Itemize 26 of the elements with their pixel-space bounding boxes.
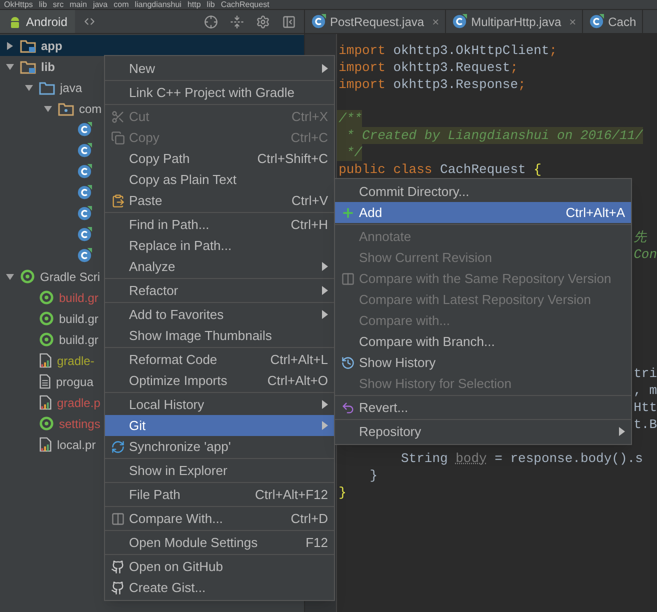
code-line: String body = response.body().s [400, 450, 643, 467]
code-line: Con [634, 246, 657, 263]
code-line: tri [634, 365, 657, 382]
code-line: import okhttp3.OkHttpClient; [338, 42, 558, 59]
code-line: import okhttp3.Request; [338, 59, 518, 76]
code-line: t.B [634, 416, 657, 433]
tree-label: progua [56, 374, 94, 390]
code-line: public class CachRequest { [338, 161, 542, 178]
tree-label: build.gr [59, 310, 98, 328]
tree-label: build.gr [59, 332, 98, 348]
tree-label: gradle- [57, 352, 94, 370]
tree-label: lib [41, 58, 55, 76]
tree-label: settings [59, 416, 100, 432]
code-line: import okhttp3.Response; [338, 76, 526, 93]
tree-label: app [41, 38, 62, 54]
tree-label: com [79, 100, 102, 118]
tree-label: build.gr [59, 290, 98, 306]
tree-label: gradle.p [57, 394, 100, 412]
tree-label: local.pr [57, 436, 96, 454]
code-line: } [338, 484, 346, 501]
code-line: Htt [634, 399, 657, 416]
code-line: } [368, 467, 378, 484]
code-line: 先 [634, 229, 647, 246]
code-line: , m [634, 382, 657, 399]
tree-label: Gradle Scri [40, 268, 100, 286]
tree-label: java [60, 80, 82, 96]
